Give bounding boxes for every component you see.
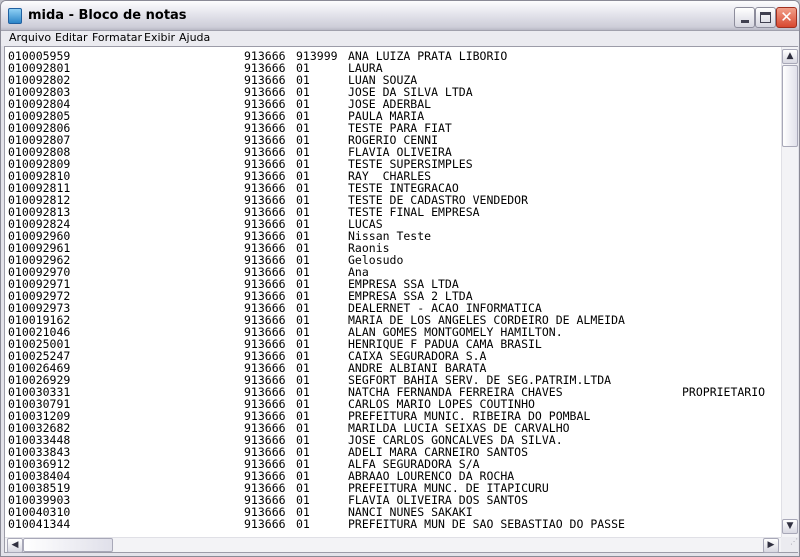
menu-arquivo[interactable]: Arquivo bbox=[9, 31, 51, 45]
close-button[interactable]: ✕ bbox=[776, 7, 797, 28]
text-content[interactable]: 010005959 913666 913999 ANA LUIZA PRATA LIB… bbox=[5, 47, 781, 537]
vertical-scrollbar[interactable]: ▲ ▼ bbox=[781, 47, 798, 537]
menu-editar[interactable]: Editar bbox=[55, 31, 88, 45]
title-bar[interactable]: mida - Bloco de notas ✕ bbox=[1, 1, 799, 31]
text-line: 010092960 913666 01 Nissan Teste bbox=[5, 230, 781, 242]
line-role: PROPRIETARIO bbox=[682, 385, 766, 399]
scroll-right-button[interactable]: ▶ bbox=[763, 538, 779, 553]
line-name: PREFEITURA MUN DE SAO SEBASTIAO DO PASSE bbox=[348, 517, 625, 531]
text-line: 010092962 913666 01 Gelosudo bbox=[5, 254, 781, 266]
menu-exibir[interactable]: Exibir bbox=[144, 31, 175, 45]
scroll-down-button[interactable]: ▼ bbox=[782, 519, 798, 534]
window-title: mida - Bloco de notas bbox=[28, 8, 187, 23]
menu-bar: Arquivo Editar Formatar Exibir Ajuda bbox=[1, 31, 799, 46]
minimize-icon bbox=[741, 20, 749, 23]
notepad-window: mida - Bloco de notas ✕ Arquivo Editar F… bbox=[0, 0, 800, 557]
close-icon: ✕ bbox=[780, 8, 793, 26]
line-subcode: 01 bbox=[296, 517, 310, 531]
text-line: 010092813 913666 01 TESTE FINAL EMPRESA bbox=[5, 206, 781, 218]
line-code: 913666 bbox=[244, 517, 286, 531]
maximize-button[interactable] bbox=[755, 7, 776, 28]
text-line: 010041344 913666 01 PREFEITURA MUN DE SAO S… bbox=[5, 518, 781, 530]
vertical-scroll-thumb[interactable] bbox=[782, 65, 798, 147]
scroll-left-button[interactable]: ◀ bbox=[7, 538, 23, 553]
line-id: 010041344 bbox=[8, 517, 71, 531]
resize-grip-icon[interactable]: ⋰ bbox=[781, 537, 798, 552]
maximize-icon bbox=[760, 12, 771, 23]
horizontal-scrollbar[interactable]: ◀ ▶ bbox=[5, 537, 781, 553]
notepad-icon[interactable] bbox=[8, 8, 22, 24]
scroll-up-button[interactable]: ▲ bbox=[782, 49, 798, 64]
text-editor[interactable]: 010005959 913666 913999 ANA LUIZA PRATA LIB… bbox=[4, 46, 798, 553]
menu-ajuda[interactable]: Ajuda bbox=[179, 31, 210, 45]
minimize-button[interactable] bbox=[734, 7, 755, 28]
horizontal-scroll-thumb[interactable] bbox=[23, 538, 113, 552]
menu-formatar[interactable]: Formatar bbox=[92, 31, 142, 45]
text-line: 010005959 913666 913999 ANA LUIZA PRATA LIB… bbox=[5, 50, 781, 62]
